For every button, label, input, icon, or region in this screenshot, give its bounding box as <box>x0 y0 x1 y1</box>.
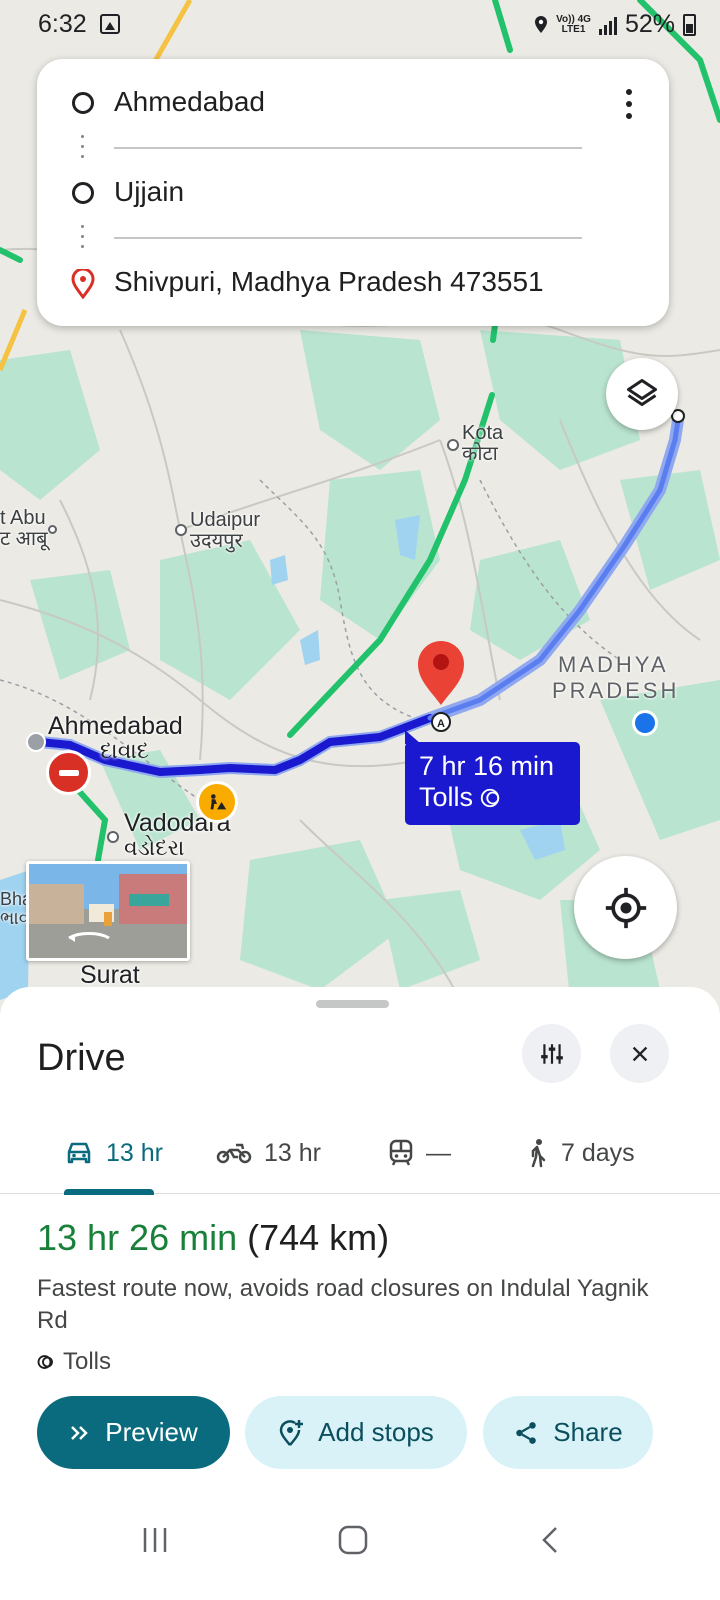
tab-motorcycle-label: 13 hr <box>264 1138 321 1167</box>
status-time: 6:32 <box>38 10 87 38</box>
active-tab-indicator <box>64 1189 154 1195</box>
destination-field[interactable]: Shivpuri, Madhya Pradesh 473551 <box>114 266 544 298</box>
road-closure-icon[interactable] <box>46 750 91 795</box>
svg-text:A: A <box>437 718 445 730</box>
my-location-button[interactable] <box>574 856 677 959</box>
back-button[interactable] <box>515 1510 585 1570</box>
close-icon <box>632 1046 647 1061</box>
route-description: Fastest route now, avoids road closures … <box>37 1275 649 1334</box>
tab-walk-label: 7 days <box>561 1138 635 1167</box>
waypoint-circle-icon <box>72 182 94 204</box>
udaipur-dot <box>175 524 187 536</box>
location-status-icon <box>535 15 548 33</box>
tab-drive-label: 13 hr <box>106 1138 163 1167</box>
share-label: Share <box>553 1417 623 1447</box>
route-summary: 13 hr 26 min (744 km) <box>37 1217 389 1259</box>
status-bar: 6:32 Vo)) 4G LTE1 52% <box>0 0 720 52</box>
layers-button[interactable] <box>606 358 678 430</box>
destination-pin-icon <box>71 269 95 299</box>
origin-field[interactable]: Ahmedabad <box>114 86 265 118</box>
mt-abu-dot <box>48 525 57 534</box>
route-bubble-tolls: Tolls <box>419 782 474 813</box>
home-button[interactable] <box>318 1510 388 1570</box>
toll-icon <box>37 1355 53 1369</box>
battery-percent: 52% <box>624 10 675 38</box>
tab-transit[interactable]: — <box>388 1112 451 1194</box>
share-icon <box>516 1421 537 1444</box>
tolls-label: Tolls <box>63 1348 112 1375</box>
crosshair-icon <box>605 887 646 928</box>
battery-icon <box>683 13 696 36</box>
add-stops-label: Add stops <box>318 1417 434 1447</box>
double-chevron-icon <box>71 1425 89 1440</box>
recents-button[interactable] <box>120 1510 190 1570</box>
label-udaipur: Udaipur उदयपुर <box>190 509 261 552</box>
toll-icon <box>480 788 500 807</box>
route-bubble-duration: 7 hr 16 min <box>419 751 555 781</box>
street-view-thumbnail[interactable] <box>26 861 190 961</box>
drag-handle[interactable] <box>316 1000 389 1008</box>
waypoint-row[interactable]: Ujjain <box>37 149 669 239</box>
home-icon <box>338 1525 368 1555</box>
sheet-title: Drive <box>37 1037 126 1079</box>
origin-circle-icon <box>72 92 94 114</box>
tab-drive[interactable]: 13 hr <box>64 1112 163 1195</box>
close-button[interactable] <box>610 1024 669 1083</box>
add-location-icon <box>279 1419 304 1446</box>
preview-button[interactable]: Preview <box>37 1396 230 1469</box>
sliders-icon <box>540 1043 563 1064</box>
travel-mode-tabs: 13 hr 13 hr — 7 days <box>0 1112 720 1195</box>
preview-label: Preview <box>105 1417 198 1447</box>
waypoint-field[interactable]: Ujjain <box>114 176 184 208</box>
origin-row[interactable]: Ahmedabad <box>37 59 669 149</box>
signal-icon <box>598 15 617 35</box>
destination-row[interactable]: Shivpuri, Madhya Pradesh 473551 <box>37 239 669 299</box>
tab-transit-label: — <box>426 1138 451 1167</box>
kota-dot <box>447 439 459 451</box>
label-madhya-pradesh: MADHYA PRADESH <box>552 652 680 704</box>
route-distance: (744 km) <box>247 1217 390 1258</box>
walk-icon <box>531 1139 546 1168</box>
tab-motorcycle[interactable]: 13 hr <box>216 1112 321 1194</box>
label-kota: Kota कोटा <box>462 422 504 465</box>
route-options-button[interactable] <box>522 1024 581 1083</box>
back-icon <box>542 1527 557 1553</box>
add-stops-button[interactable]: Add stops <box>245 1396 467 1469</box>
label-mt-abu: t Abu ट आबू <box>0 507 48 550</box>
route-duration: 13 hr 26 min <box>37 1217 238 1258</box>
car-icon <box>67 1142 91 1164</box>
map-view[interactable]: A Kota कोटा Udaipur उदयपुर t Abu ट आबू Ahme… <box>0 0 720 1040</box>
route-duration-bubble[interactable]: 7 hr 16 min Tolls <box>405 730 580 825</box>
transit-icon <box>389 1139 413 1166</box>
tab-walk[interactable]: 7 days <box>527 1112 635 1194</box>
gallery-notification-icon <box>100 14 120 34</box>
more-options-button[interactable] <box>617 87 641 121</box>
share-button[interactable]: Share <box>483 1396 653 1469</box>
label-surat: Surat <box>80 961 140 989</box>
motorcycle-icon <box>216 1143 252 1164</box>
network-type: Vo)) 4G LTE1 <box>556 13 591 35</box>
construction-icon[interactable] <box>196 781 238 823</box>
vadodara-dot <box>107 831 119 843</box>
system-nav-bar <box>0 1490 720 1600</box>
tolls-info: Tolls <box>37 1348 111 1376</box>
directions-card: Ahmedabad Ujjain Shivpuri, Madhya Prades… <box>37 59 669 326</box>
layers-icon <box>627 379 657 406</box>
recents-icon <box>143 1528 167 1552</box>
